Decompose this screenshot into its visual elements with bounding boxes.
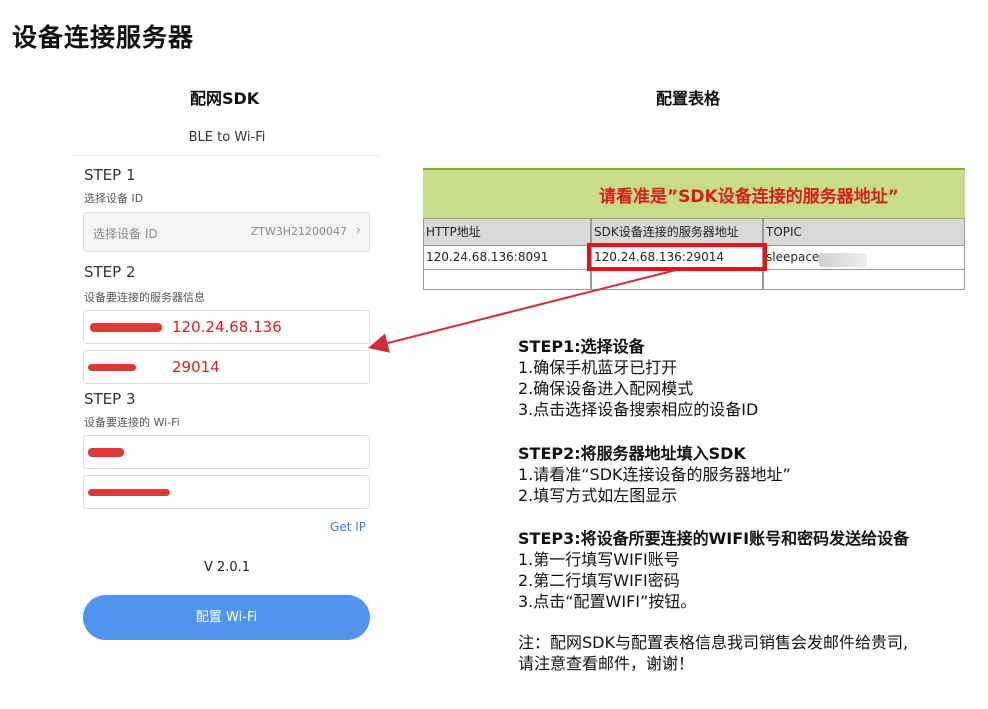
instruction-line: 2.确保设备进入配网模式: [518, 379, 694, 398]
instruction-line: 3.点击选择设备搜索相应的设备ID: [518, 400, 759, 419]
instruction-line: 3.点击“配置WIFI”按钮。: [518, 592, 697, 611]
instruction-step2-heading: STEP2:将服务器地址填入SDK: [518, 444, 746, 463]
instruction-line: 1.请看准“SDK连接设备的服务器地址”: [518, 465, 791, 484]
instruction-step1-heading: STEP1:选择设备: [518, 337, 645, 356]
instruction-step2: STEP2:将服务器地址填入SDK 1.请看准“SDK连接设备的服务器地址” 2…: [518, 443, 791, 506]
instruction-line: 1.确保手机蓝牙已打开: [518, 358, 678, 377]
instruction-line: 1.第一行填写WIFI账号: [518, 550, 680, 569]
instruction-step1: STEP1:选择设备 1.确保手机蓝牙已打开 2.确保设备进入配网模式 3.点击…: [518, 336, 758, 420]
note-line: 请注意查看邮件，谢谢！: [518, 654, 695, 673]
instruction-line: 2.填写方式如左图显示: [518, 486, 678, 505]
instruction-step3: STEP3:将设备所要连接的WIFI账号和密码发送给设备 1.第一行填写WIFI…: [518, 528, 909, 612]
note-line: 注：配网SDK与配置表格信息我司销售会发邮件给贵司,: [518, 633, 909, 652]
instruction-step3-heading: STEP3:将设备所要连接的WIFI账号和密码发送给设备: [518, 529, 910, 548]
instruction-line: 2.第二行填写WIFI密码: [518, 571, 680, 590]
instruction-note: 注：配网SDK与配置表格信息我司销售会发邮件给贵司, 请注意查看邮件，谢谢！: [518, 632, 908, 674]
